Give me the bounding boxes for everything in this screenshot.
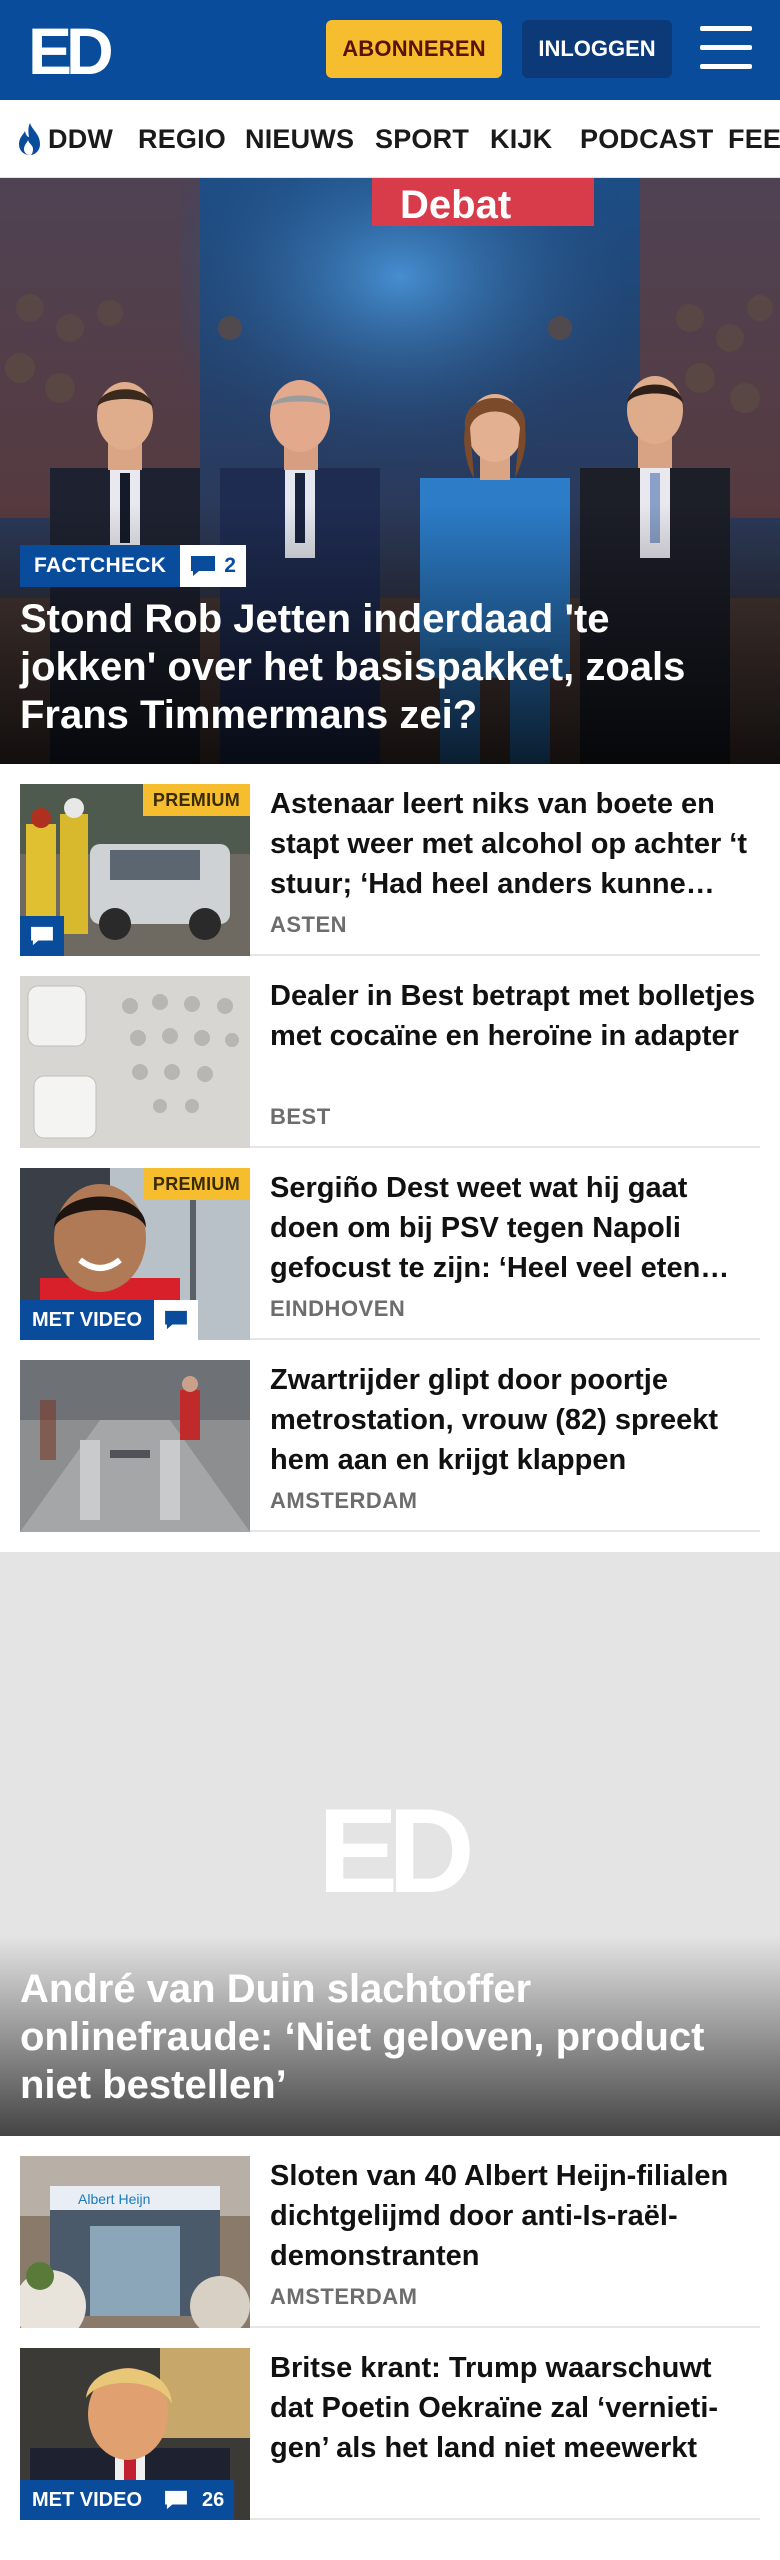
top-header: ED ABONNEREN INLOGGEN — [0, 0, 780, 100]
metro-station-photo — [20, 1360, 250, 1532]
list-item[interactable]: Zwartrijder glipt door poortje metrostat… — [20, 1340, 760, 1532]
article-thumbnail — [20, 976, 250, 1148]
nav-item-sport[interactable]: SPORT — [375, 100, 469, 177]
article-title[interactable]: Dealer in Best betrapt met bolletjes met… — [270, 976, 760, 1056]
login-button[interactable]: INLOGGEN — [522, 20, 672, 78]
article-title[interactable]: Zwartrijder glipt door poortje metrostat… — [270, 1360, 760, 1480]
comment-count: 26 — [202, 2488, 225, 2511]
nav-item-ddw[interactable]: DDW — [16, 100, 114, 177]
nav-item-regio[interactable]: REGIO — [138, 100, 226, 177]
comment-count-badge[interactable]: 2 — [180, 545, 246, 587]
article-location: EINDHOVEN — [270, 1296, 406, 1321]
article-thumbnail: PREMIUM — [20, 784, 250, 956]
feature-title[interactable]: André van Duin slachtoffer onlinefraude:… — [20, 1965, 740, 2109]
nav-item-podcast[interactable]: PODCAST — [580, 100, 713, 177]
article-thumbnail — [20, 1360, 250, 1532]
supermarket-photo: Albert Heijn — [20, 2156, 250, 2328]
article-location: ASTEN — [270, 912, 348, 937]
premium-badge: PREMIUM — [142, 784, 250, 816]
placeholder-logo: ED — [318, 1784, 470, 1918]
comment-badge[interactable]: 26 — [154, 2480, 235, 2520]
list-item[interactable]: Albert Heijn Sloten van 40 Albert Heijn-… — [20, 2136, 760, 2328]
thumb-badges: MET VIDEO 26 — [20, 2480, 235, 2520]
hamburger-menu-icon[interactable] — [700, 26, 752, 72]
nav-item-nieuws[interactable]: NIEUWS — [245, 100, 354, 177]
flame-icon — [19, 123, 40, 155]
article-location: AMSTERDAM — [270, 2284, 418, 2309]
video-badge: MET VIDEO — [20, 1300, 155, 1340]
hero-badges: FACTCHECK 2 — [20, 545, 246, 587]
comment-icon — [165, 2490, 187, 2510]
article-title[interactable]: Britse krant: Trump waarschuwt dat Poeti… — [270, 2348, 760, 2468]
store-sign: Albert Heijn — [78, 2191, 150, 2207]
article-title[interactable]: Astenaar leert niks van boete en stapt w… — [270, 784, 760, 904]
section-nav: DDW REGIO NIEUWS SPORT KIJK PODCAST FEE — [0, 100, 780, 178]
drugs-photo — [20, 976, 250, 1148]
thumb-badges — [20, 916, 64, 956]
ed-logo[interactable]: ED — [28, 20, 114, 80]
comment-badge[interactable] — [154, 1300, 199, 1340]
comment-count: 2 — [224, 554, 236, 577]
premium-badge: PREMIUM — [142, 1168, 250, 1200]
article-thumbnail: Albert Heijn — [20, 2156, 250, 2328]
article-thumbnail: PREMIUM MET VIDEO — [20, 1168, 250, 1340]
factcheck-badge: FACTCHECK — [20, 545, 181, 587]
logo-text: ED — [28, 20, 111, 80]
thumb-badges: MET VIDEO — [20, 1300, 199, 1340]
subscribe-button[interactable]: ABONNEREN — [326, 20, 502, 78]
comment-icon — [165, 1310, 187, 1330]
article-location: BEST — [270, 1104, 331, 1129]
video-badge: MET VIDEO — [20, 2480, 155, 2520]
nav-label-ddw: DDW — [48, 123, 114, 154]
comment-icon — [191, 556, 216, 576]
list-item[interactable]: Dealer in Best betrapt met bolletjes met… — [20, 956, 760, 1148]
nav-item-kijk[interactable]: KIJK — [490, 100, 552, 177]
article-thumbnail: MET VIDEO 26 — [20, 2348, 250, 2520]
comment-icon — [31, 926, 53, 946]
nav-item-fee[interactable]: FEE — [728, 100, 780, 177]
hero-title[interactable]: Stond Rob Jetten inderdaad 'te jokken' o… — [20, 595, 740, 739]
comment-badge[interactable] — [20, 916, 64, 956]
hero-image-text: Debat — [400, 183, 511, 227]
article-title[interactable]: Sloten van 40 Albert Heijn-filialen dich… — [270, 2156, 760, 2276]
list-item[interactable]: MET VIDEO 26 Britse krant: Trump waarsch… — [20, 2328, 760, 2520]
article-location: AMSTERDAM — [270, 1488, 418, 1513]
list-item[interactable]: PREMIUM MET VIDEO Sergiño Dest weet wat … — [20, 1148, 760, 1340]
article-title[interactable]: Sergiño Dest weet wat hij gaat doen om b… — [270, 1168, 760, 1288]
list-item[interactable]: PREMIUM Astenaar leert niks van boete en… — [20, 764, 760, 956]
